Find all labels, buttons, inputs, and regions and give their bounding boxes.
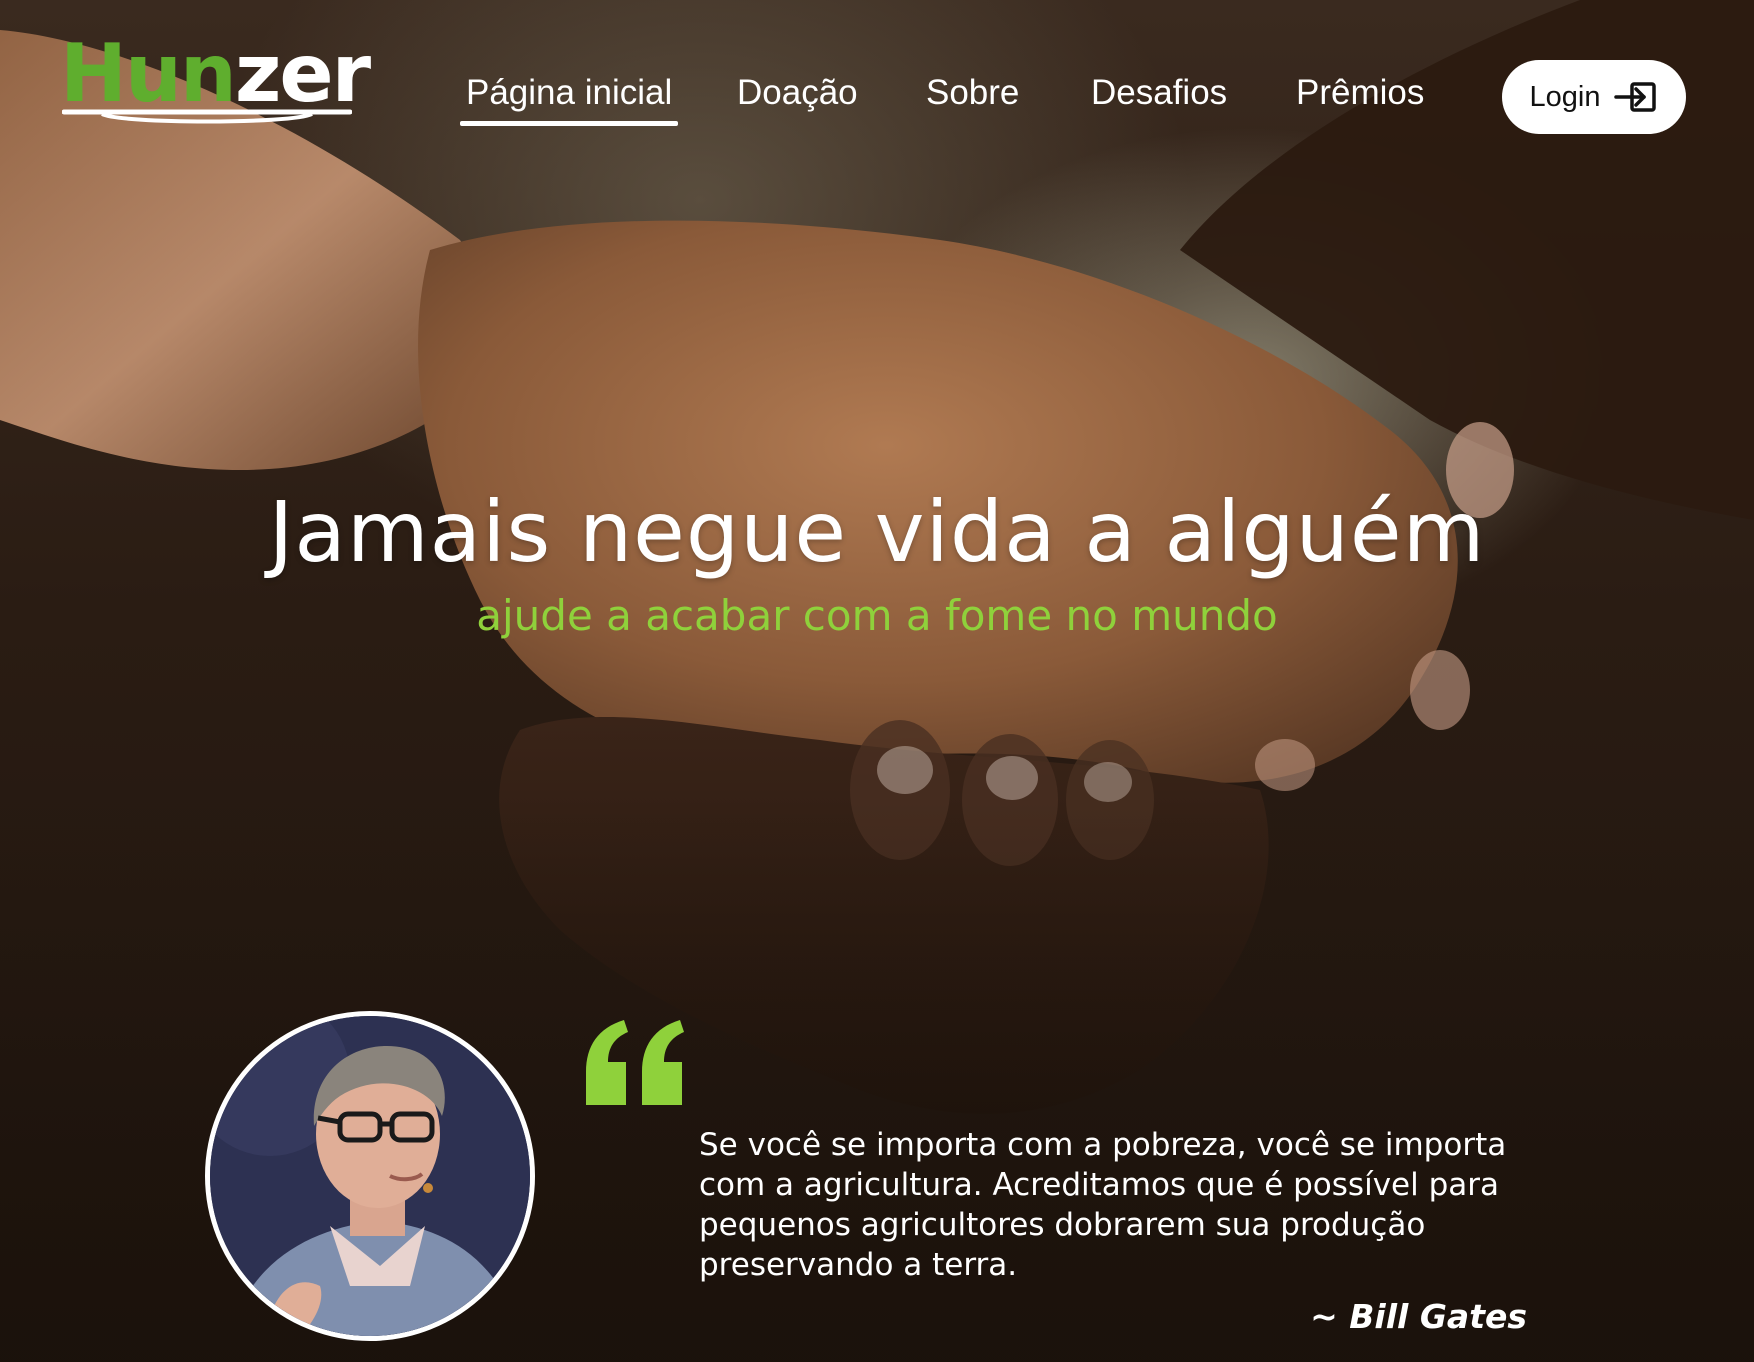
- nav-item-about[interactable]: Sobre: [926, 70, 1019, 116]
- testimonial-quote: Se você se importa com a pobreza, você s…: [699, 1127, 1507, 1283]
- main-nav: Página inicial Doação Sobre Desafios Prê…: [0, 70, 1754, 126]
- home-page: Hunzer Página inicial Doação Sobre Desaf…: [0, 0, 1754, 1362]
- nav-item-awards[interactable]: Prêmios: [1296, 70, 1424, 116]
- quote-icon: [586, 1020, 684, 1105]
- testimonial-author: ~ Bill Gates: [1310, 1297, 1527, 1336]
- login-arrow-icon: [1614, 82, 1657, 112]
- testimonial-avatar: [205, 1011, 535, 1341]
- login-button-label: Login: [1529, 80, 1601, 113]
- hero-headline: Jamais negue vida a alguém: [268, 483, 1486, 581]
- avatar-photo: [210, 1016, 530, 1336]
- nav-item-home[interactable]: Página inicial: [459, 70, 679, 126]
- nav-item-donation[interactable]: Doação: [737, 70, 858, 116]
- login-button[interactable]: Login: [1502, 60, 1686, 134]
- hero-subheadline: ajude a acabar com a fome no mundo: [476, 591, 1278, 640]
- nav-item-challenges[interactable]: Desafios: [1091, 70, 1227, 116]
